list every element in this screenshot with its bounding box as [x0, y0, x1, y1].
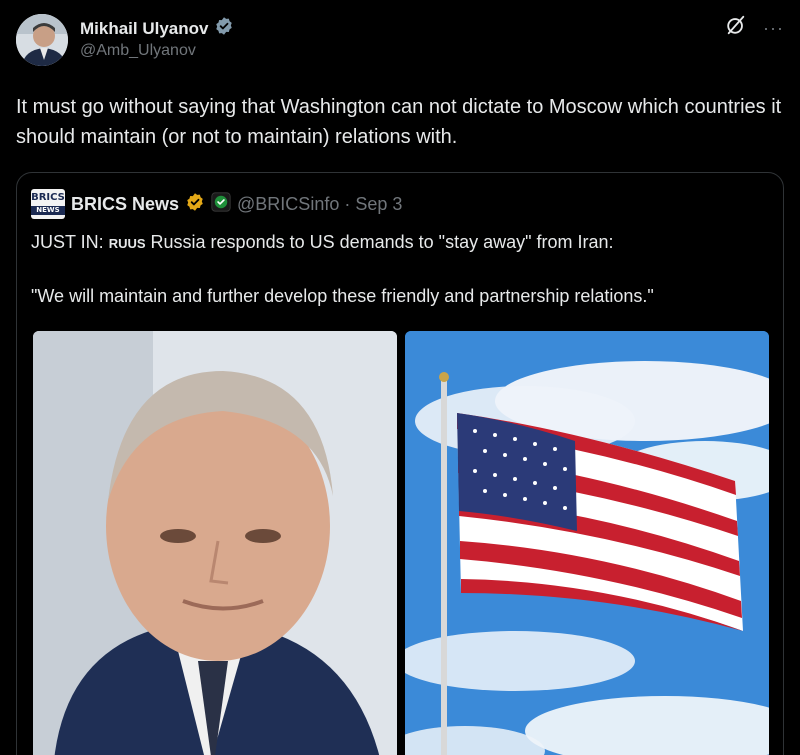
quoted-line-1: JUST IN: RUUS Russia responds to US dema…	[31, 229, 771, 257]
portrait-photo	[33, 331, 397, 755]
author-display-name[interactable]: Mikhail Ulyanov	[80, 19, 208, 39]
logo-text-bottom: NEWS	[31, 206, 65, 215]
quoted-media-grid	[33, 331, 769, 755]
quoted-tweet-text: JUST IN: RUUS Russia responds to US dema…	[31, 229, 771, 335]
tweet-text: It must go without saying that Washingto…	[16, 96, 782, 148]
us-flag-photo	[405, 331, 769, 755]
quoted-tweet-header: BRICS NEWS BRICS News @BRICSinfo · Sep 3	[31, 189, 402, 219]
tweet-actions-top: ···	[725, 14, 784, 41]
grok-icon[interactable]	[725, 14, 747, 41]
quoted-tweet[interactable]: BRICS NEWS BRICS News @BRICSinfo · Sep 3…	[16, 172, 784, 755]
quoted-handle-time[interactable]: @BRICSinfo · Sep 3	[237, 194, 402, 215]
affiliate-badge-icon	[211, 191, 231, 217]
verified-badge-icon	[214, 16, 234, 41]
quoted-line1-rest: Russia responds to US demands to "stay a…	[145, 232, 614, 252]
logo-text-top: BRICS	[31, 192, 65, 203]
more-icon[interactable]: ···	[763, 18, 784, 38]
media-image-portrait[interactable]	[33, 331, 397, 755]
gold-verified-badge-icon	[185, 192, 205, 217]
avatar[interactable]	[16, 14, 68, 66]
quoted-line-2: "We will maintain and further develop th…	[31, 286, 654, 306]
author-name-row[interactable]: Mikhail Ulyanov	[80, 16, 234, 41]
quoted-line1-prefix: JUST IN:	[31, 232, 109, 252]
flag-code: RUUS	[108, 236, 146, 251]
media-image-flag[interactable]	[405, 331, 769, 755]
brics-news-logo[interactable]: BRICS NEWS	[31, 189, 65, 219]
quoted-display-name[interactable]: BRICS News	[71, 194, 179, 215]
author-handle[interactable]: @Amb_Ulyanov	[80, 42, 196, 60]
